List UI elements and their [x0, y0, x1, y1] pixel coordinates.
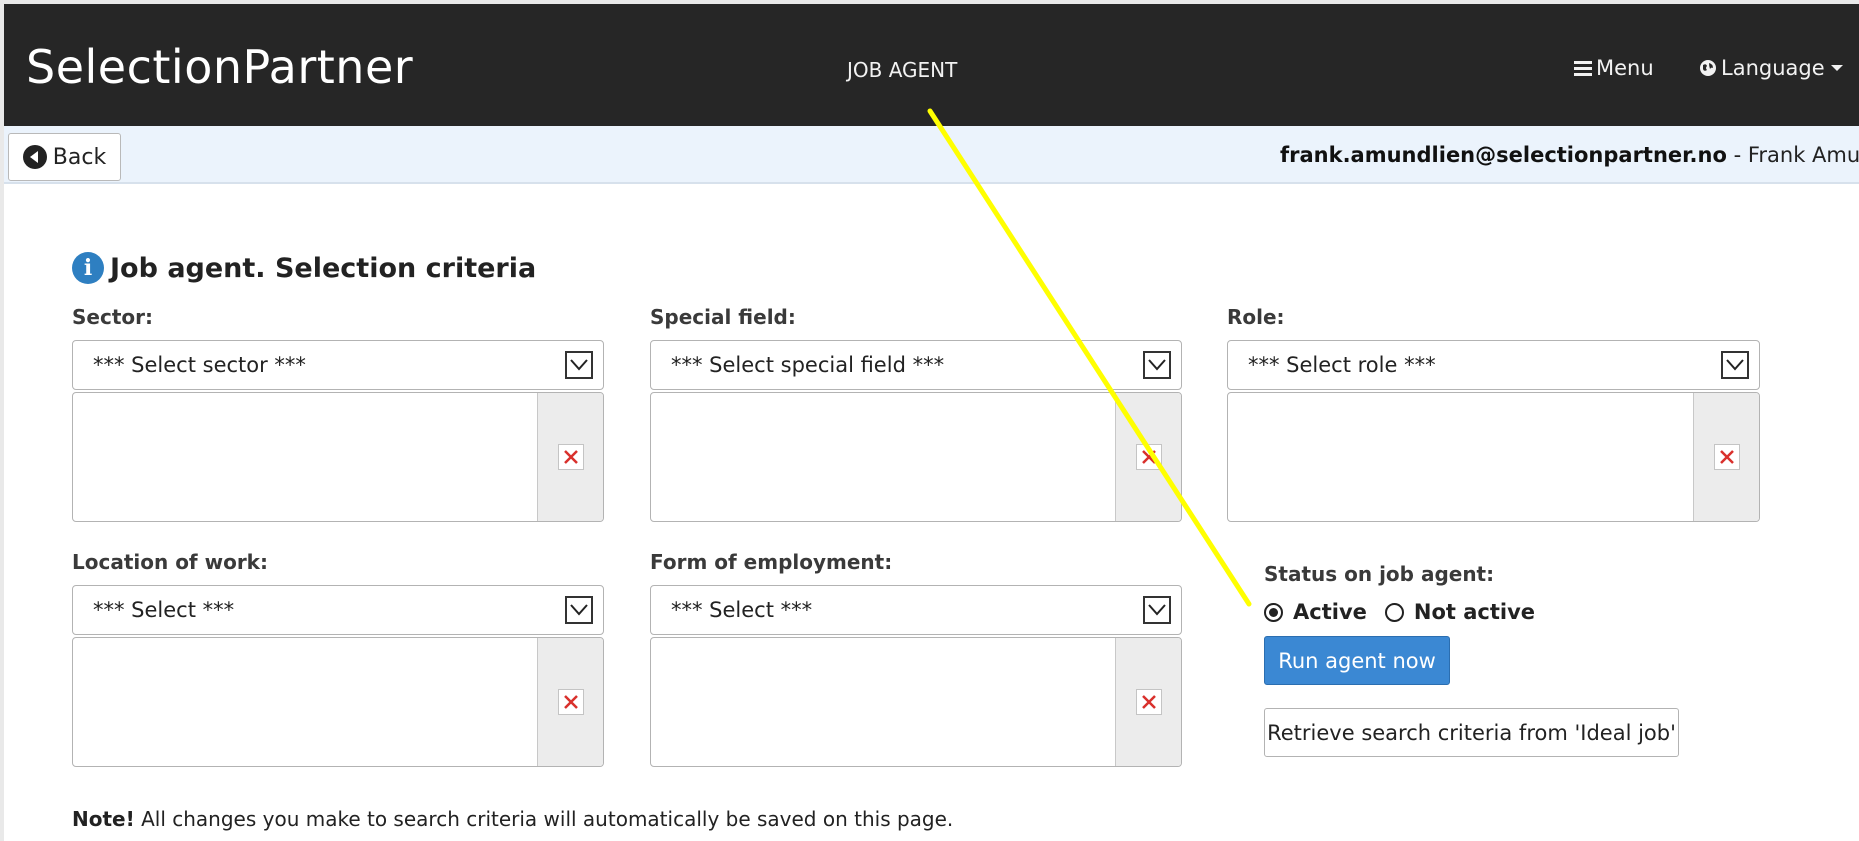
close-icon	[563, 695, 578, 709]
sector-label: Sector:	[72, 305, 153, 329]
note-text: All changes you make to search criteria …	[134, 807, 954, 831]
info-icon[interactable]: i	[72, 252, 104, 284]
user-name: Frank Amundlien	[1747, 143, 1859, 167]
role-selected-list[interactable]	[1227, 392, 1760, 522]
status-label: Status on job agent:	[1264, 562, 1495, 586]
language-dropdown[interactable]: Language	[1699, 56, 1843, 80]
status-radio-group: Active Not active	[1264, 600, 1553, 624]
chevron-down-icon	[1721, 351, 1749, 379]
role-select[interactable]: *** Select role ***	[1227, 340, 1760, 390]
run-agent-button[interactable]: Run agent now	[1264, 636, 1450, 685]
employment-list-actions	[1115, 638, 1181, 766]
employment-label: Form of employment:	[650, 550, 893, 574]
sector-list-actions	[537, 393, 603, 521]
chevron-down-icon	[565, 351, 593, 379]
status-active-label[interactable]: Active	[1293, 600, 1367, 624]
globe-icon	[1700, 60, 1716, 76]
page-title: JOB AGENT	[847, 58, 958, 82]
chevron-down-icon	[1830, 65, 1843, 71]
special-field-select-value: *** Select special field ***	[671, 353, 945, 377]
location-select-value: *** Select ***	[93, 598, 235, 622]
close-icon	[563, 450, 578, 464]
employment-select[interactable]: *** Select ***	[650, 585, 1182, 635]
close-icon	[1719, 450, 1734, 464]
language-label: Language	[1721, 56, 1825, 80]
special-field-selected-list[interactable]	[650, 392, 1182, 522]
role-remove-button[interactable]	[1713, 444, 1740, 470]
location-selected-list[interactable]	[72, 637, 604, 767]
status-inactive-label[interactable]: Not active	[1414, 600, 1535, 624]
note-label: Note!	[72, 807, 135, 831]
location-list-actions	[537, 638, 603, 766]
sector-select-value: *** Select sector ***	[93, 353, 306, 377]
sector-selected-list[interactable]	[72, 392, 604, 522]
chevron-down-icon	[1143, 351, 1171, 379]
autosave-note: Note! All changes you make to search cri…	[72, 807, 953, 831]
back-button[interactable]: Back	[8, 133, 121, 181]
special-field-list-actions	[1115, 393, 1181, 521]
status-inactive-radio[interactable]	[1384, 602, 1404, 622]
chevron-down-icon	[1143, 596, 1171, 624]
back-label: Back	[52, 144, 107, 170]
chevron-down-icon	[565, 596, 593, 624]
sector-select[interactable]: *** Select sector ***	[72, 340, 604, 390]
user-separator: -	[1726, 143, 1748, 167]
employment-remove-button[interactable]	[1135, 689, 1162, 715]
brand-logo[interactable]: SelectionPartner	[26, 40, 413, 94]
role-select-value: *** Select role ***	[1248, 353, 1436, 377]
special-field-select[interactable]: *** Select special field ***	[650, 340, 1182, 390]
back-arrow-icon	[22, 145, 47, 169]
special-field-label: Special field:	[650, 305, 796, 329]
location-label: Location of work:	[72, 550, 268, 574]
hamburger-icon	[1574, 58, 1592, 79]
close-icon	[1141, 450, 1156, 464]
role-label: Role:	[1227, 305, 1285, 329]
employment-select-value: *** Select ***	[671, 598, 813, 622]
sector-remove-button[interactable]	[557, 444, 584, 470]
section-heading: i Job agent. Selection criteria	[72, 252, 536, 284]
special-field-remove-button[interactable]	[1135, 444, 1162, 470]
role-list-actions	[1693, 393, 1759, 521]
retrieve-criteria-button[interactable]: Retrieve search criteria from 'Ideal job…	[1264, 708, 1679, 757]
menu-label: Menu	[1596, 56, 1654, 80]
section-title: Job agent. Selection criteria	[110, 252, 537, 284]
employment-selected-list[interactable]	[650, 637, 1182, 767]
user-bar: Back frank.amundlien@selectionpartner.no…	[4, 126, 1859, 184]
location-select[interactable]: *** Select ***	[72, 585, 604, 635]
app-frame: SelectionPartner JOB AGENT Menu Language…	[4, 4, 1859, 841]
status-active-radio[interactable]	[1264, 602, 1283, 622]
close-icon	[1141, 695, 1156, 709]
top-navbar: SelectionPartner JOB AGENT Menu Language	[4, 4, 1859, 126]
menu-button[interactable]: Menu	[1574, 56, 1654, 80]
location-remove-button[interactable]	[557, 689, 584, 715]
user-email: frank.amundlien@selectionpartner.no	[1280, 143, 1727, 167]
user-info: frank.amundlien@selectionpartner.no - Fr…	[1280, 143, 1859, 167]
